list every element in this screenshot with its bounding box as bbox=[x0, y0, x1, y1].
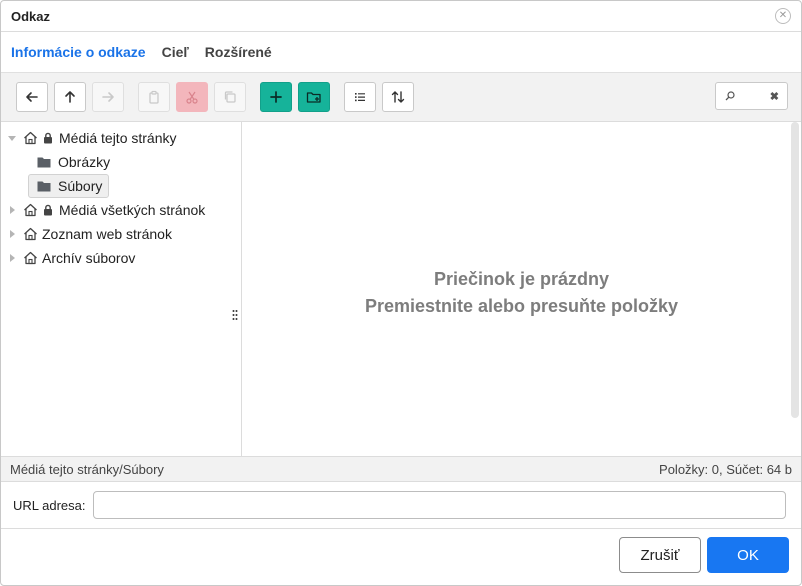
tab-link-info[interactable]: Informácie o odkaze bbox=[11, 44, 146, 60]
tree-item-label: Obrázky bbox=[58, 154, 111, 170]
tree-item-images[interactable]: Obrázky bbox=[1, 150, 241, 174]
tree-item-label: Súbory bbox=[58, 178, 103, 194]
list-view-icon bbox=[355, 93, 365, 102]
dialog-title: Odkaz bbox=[11, 8, 51, 24]
arrow-left-icon bbox=[26, 92, 38, 102]
empty-message-line1: Priečinok je prázdny bbox=[433, 269, 610, 289]
url-row: URL adresa: bbox=[1, 482, 801, 529]
search-box[interactable]: ✖ bbox=[715, 82, 788, 110]
view-toggle-button[interactable] bbox=[344, 82, 376, 112]
new-folder-button[interactable] bbox=[298, 82, 330, 112]
chevron-down-icon[interactable] bbox=[5, 131, 19, 145]
empty-message-line2: Premiestnite alebo presuňte položky bbox=[364, 296, 679, 316]
status-bar: Médiá tejto stránky/Súbory Položky: 0, S… bbox=[1, 457, 801, 482]
ok-button[interactable]: OK bbox=[707, 537, 789, 573]
tab-target[interactable]: Cieľ bbox=[162, 44, 189, 60]
home-icon bbox=[23, 131, 38, 145]
home-icon bbox=[23, 203, 38, 217]
browser-content: Médiá tejto stránky Obrázky Súbory Médiá… bbox=[1, 122, 801, 457]
url-label: URL adresa: bbox=[13, 497, 86, 513]
dialog-footer: Zrušiť OK bbox=[1, 529, 801, 581]
paste-icon bbox=[149, 90, 159, 104]
tree-item-files[interactable]: Súbory bbox=[1, 174, 241, 198]
add-button[interactable] bbox=[260, 82, 292, 112]
back-button[interactable] bbox=[16, 82, 48, 112]
folder-tree: Médiá tejto stránky Obrázky Súbory Médiá… bbox=[1, 122, 242, 456]
home-icon bbox=[23, 227, 38, 241]
tree-item-label: Médiá tejto stránky bbox=[59, 130, 177, 146]
copy-button[interactable] bbox=[214, 82, 246, 112]
url-input[interactable] bbox=[92, 491, 786, 519]
forward-button[interactable] bbox=[92, 82, 124, 112]
copy-icon bbox=[224, 91, 236, 103]
arrow-up-icon bbox=[65, 91, 75, 103]
tree-item-all-media[interactable]: Médiá všetkých stránok bbox=[1, 198, 241, 222]
plus-icon bbox=[270, 91, 282, 103]
current-path: Médiá tejto stránky/Súbory bbox=[10, 461, 164, 477]
paste-button[interactable] bbox=[138, 82, 170, 112]
lock-icon bbox=[43, 132, 53, 144]
title-bar: Odkaz ✕ bbox=[1, 1, 801, 32]
tab-advanced[interactable]: Rozšírené bbox=[205, 44, 272, 60]
tree-item-label: Archív súborov bbox=[42, 250, 136, 266]
resize-handle-icon[interactable] bbox=[232, 308, 238, 326]
sort-icon bbox=[391, 91, 405, 103]
tab-bar: Informácie o odkaze Cieľ Rozšírené bbox=[1, 32, 801, 73]
empty-folder-message: Priečinok je prázdny Premiestnite alebo … bbox=[365, 266, 678, 320]
home-icon bbox=[23, 251, 38, 265]
folder-icon bbox=[37, 156, 51, 168]
items-summary: Položky: 0, Súčet: 64 b bbox=[659, 461, 792, 477]
chevron-right-icon[interactable] bbox=[5, 227, 19, 241]
clear-icon[interactable]: ✖ bbox=[770, 90, 779, 103]
tree-item-label: Zoznam web stránok bbox=[42, 226, 172, 242]
cancel-button[interactable]: Zrušiť bbox=[619, 537, 701, 573]
up-button[interactable] bbox=[54, 82, 86, 112]
lock-icon bbox=[43, 204, 53, 216]
tree-item-page-media[interactable]: Médiá tejto stránky bbox=[1, 126, 241, 150]
file-pane[interactable]: Priečinok je prázdny Premiestnite alebo … bbox=[242, 122, 801, 456]
arrow-right-icon bbox=[102, 92, 114, 102]
close-icon[interactable]: ✕ bbox=[775, 8, 791, 24]
file-toolbar: ✖ bbox=[1, 73, 801, 122]
tree-item-label: Médiá všetkých stránok bbox=[59, 202, 206, 218]
link-dialog: Odkaz ✕ Informácie o odkaze Cieľ Rozšíre… bbox=[0, 0, 802, 586]
search-icon bbox=[725, 91, 735, 101]
tree-item-web-pages[interactable]: Zoznam web stránok bbox=[1, 222, 241, 246]
cut-icon bbox=[186, 91, 198, 104]
sort-button[interactable] bbox=[382, 82, 414, 112]
folder-icon bbox=[37, 180, 51, 192]
chevron-right-icon[interactable] bbox=[5, 251, 19, 265]
new-folder-icon bbox=[306, 92, 321, 103]
scrollbar[interactable] bbox=[791, 122, 799, 418]
tree-item-file-archive[interactable]: Archív súborov bbox=[1, 246, 241, 270]
selected-tree-item[interactable]: Súbory bbox=[28, 174, 110, 198]
chevron-right-icon[interactable] bbox=[5, 203, 19, 217]
cut-button[interactable] bbox=[176, 82, 208, 112]
